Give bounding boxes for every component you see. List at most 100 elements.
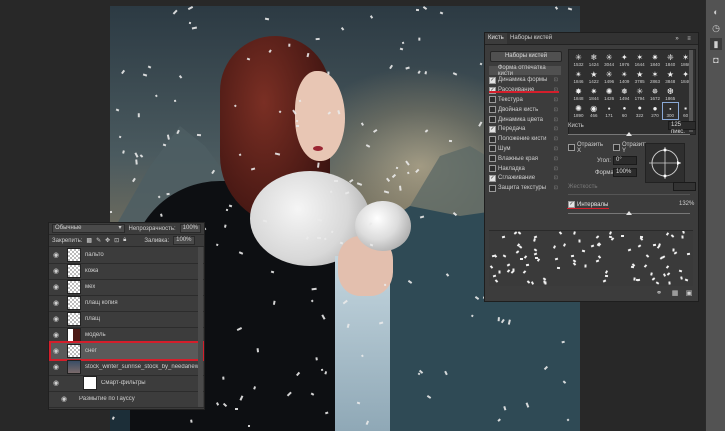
grid-icon[interactable]: ▦ xyxy=(669,287,681,299)
brush-preset-cell[interactable]: ✴ 1846 xyxy=(571,69,586,85)
lock-icon[interactable]: ⊡ xyxy=(554,166,558,172)
layer-thumbnail[interactable] xyxy=(67,328,81,342)
brush-preset-cell[interactable]: ✵ 1672 xyxy=(648,86,663,102)
flip-y-checkbox[interactable] xyxy=(613,144,620,151)
clone-source-icon[interactable]: ◘ xyxy=(710,54,722,66)
layer-name[interactable]: модель xyxy=(85,332,106,338)
brush-preset-cell[interactable]: ❆ 1865 xyxy=(663,86,678,102)
brush-preset-cell[interactable]: ❅ 1494 xyxy=(617,86,632,102)
brush-preset-cell[interactable]: ● 171 xyxy=(602,103,617,119)
lock-icon[interactable]: ⊡ xyxy=(554,136,558,142)
brush-option-checkbox[interactable] xyxy=(489,145,496,153)
fill-input[interactable]: 100% xyxy=(173,236,195,245)
layer-name[interactable]: кожа xyxy=(85,268,98,274)
eye-icon[interactable]: ◉ xyxy=(49,395,79,403)
brush-option-6[interactable]: ✓ Передача ⊡ xyxy=(489,125,561,134)
layer-thumbnail[interactable] xyxy=(67,280,81,294)
brush-angle-widget[interactable] xyxy=(645,143,685,183)
new-brush-icon[interactable]: ▣ xyxy=(683,287,695,299)
lock-transparent-icon[interactable]: ▩ xyxy=(86,237,92,244)
size-input[interactable]: 125 пикс. xyxy=(668,121,696,135)
flip-x-checkbox[interactable] xyxy=(568,144,575,151)
brush-preset-cell[interactable]: ● 300 xyxy=(661,102,679,120)
layer-name[interactable]: мех xyxy=(85,284,95,290)
brush-preset-cell[interactable]: ★ 1422 xyxy=(586,69,601,85)
layer-row[interactable]: ◉ мех xyxy=(49,279,204,296)
brush-option-11[interactable]: ✓ Сглаживание ⊡ xyxy=(489,174,561,183)
layer-row[interactable]: ◉ Смарт-фильтры xyxy=(49,375,204,392)
blend-mode-select[interactable]: Обычные ▾ xyxy=(52,224,125,233)
eye-icon[interactable]: ◉ xyxy=(49,267,63,275)
eye-icon[interactable]: ◉ xyxy=(49,379,63,387)
layer-name[interactable]: Смарт-фильтры xyxy=(101,380,146,386)
brush-option-checkbox[interactable] xyxy=(489,116,496,123)
brush-preset-cell[interactable]: ✦ 1976 xyxy=(617,52,632,68)
brush-option-checkbox[interactable]: ✓ xyxy=(489,174,496,182)
brush-option-12[interactable]: Защита текстуры ⊡ xyxy=(489,184,561,193)
brush-option-7[interactable]: Положение кисти ⊡ xyxy=(489,135,561,144)
brush-presets-button[interactable]: Наборы кистей xyxy=(490,51,562,62)
brush-preset-cell[interactable]: ✺ 1890 xyxy=(571,103,586,119)
brush-preset-cell[interactable]: ✸ 1848 xyxy=(571,86,586,102)
layer-name[interactable]: плащ xyxy=(85,316,100,322)
brush-preset-cell[interactable]: ✺ 1426 xyxy=(602,86,617,102)
layer-thumbnail[interactable] xyxy=(67,312,81,326)
brush-preset-cell[interactable]: ✶ 1644 xyxy=(632,52,647,68)
panel-menu-icon[interactable]: ≡ xyxy=(683,33,695,44)
layer-thumbnail[interactable] xyxy=(67,360,81,374)
lock-icon[interactable]: ⊡ xyxy=(554,107,558,113)
eye-icon[interactable]: ◉ xyxy=(49,299,63,307)
brush-preset-cell[interactable]: ❈ 1840 xyxy=(663,52,678,68)
lock-icon[interactable]: ⊡ xyxy=(554,175,558,181)
brush-preset-cell[interactable]: ✳ 1496 xyxy=(602,69,617,85)
lock-icon[interactable]: ⊡ xyxy=(554,185,558,191)
layer-name[interactable]: плащ копия xyxy=(85,300,118,306)
eye-icon[interactable]: ◉ xyxy=(49,363,63,371)
brush-option-checkbox[interactable] xyxy=(489,96,496,104)
tab-brush-presets[interactable]: Наборы кистей xyxy=(507,33,555,44)
eye-icon[interactable]: ◉ xyxy=(49,315,63,323)
lock-move-icon[interactable]: ✥ xyxy=(105,237,110,244)
lock-icon[interactable]: ⊡ xyxy=(554,146,558,152)
brush-option-checkbox[interactable] xyxy=(489,135,496,143)
brush-option-4[interactable]: Двойная кисть ⊡ xyxy=(489,105,561,114)
palette-icon[interactable]: ◐ xyxy=(710,6,722,18)
angle-input[interactable]: 0° xyxy=(613,156,637,165)
brush-option-checkbox[interactable] xyxy=(489,184,496,192)
roundness-input[interactable]: 100% xyxy=(613,168,637,177)
brush-preset-cell[interactable]: ✳ 1794 xyxy=(632,86,647,102)
tab-brush[interactable]: Кисть xyxy=(485,33,507,44)
brush-panel-icon[interactable]: ▮ xyxy=(710,38,722,50)
lock-artboard-icon[interactable]: ⊡ xyxy=(114,237,119,244)
layer-thumbnail[interactable] xyxy=(67,296,81,310)
layers-scrollbar[interactable] xyxy=(198,247,203,407)
brush-option-8[interactable]: Шум ⊡ xyxy=(489,144,561,153)
brush-preset-cell[interactable]: ✴ 1409 xyxy=(617,69,632,85)
brush-preset-cell[interactable]: ✳ 3044 xyxy=(602,52,617,68)
brush-option-5[interactable]: Динамика цвета ⊡ xyxy=(489,115,561,124)
lock-icon[interactable]: ⊡ xyxy=(554,156,558,162)
layer-name[interactable]: Размытие по Гауссу xyxy=(79,396,135,402)
brush-option-9[interactable]: Влажные края ⊡ xyxy=(489,154,561,163)
brush-preset-cell[interactable]: ● 60 xyxy=(617,103,632,119)
layer-thumbnail[interactable] xyxy=(67,248,81,262)
flip-x-option[interactable]: Отразить X xyxy=(568,142,606,154)
lock-icon[interactable]: ⊡ xyxy=(554,117,558,123)
brush-preset-cell[interactable]: ★ 3785 xyxy=(632,69,647,85)
spacing-value[interactable]: 132% xyxy=(679,201,694,207)
brush-option-0[interactable]: Форма отпечатка кисти xyxy=(489,65,561,77)
layer-row[interactable]: ◉ пальто xyxy=(49,247,204,264)
eye-icon[interactable]: ◉ xyxy=(49,331,63,339)
lock-all-icon[interactable]: 🔒︎ xyxy=(123,237,126,244)
layer-row[interactable]: ◉ stock_winter_sunrise_stock_by_needanewn… xyxy=(49,359,204,376)
layer-thumbnail[interactable] xyxy=(83,376,97,390)
brush-option-checkbox[interactable] xyxy=(489,106,496,114)
layer-row[interactable]: ◉ плащ xyxy=(49,311,204,328)
eye-icon[interactable]: ◉ xyxy=(49,283,63,291)
brush-preset-cell[interactable]: ✶ 2863 xyxy=(648,69,663,85)
layer-row[interactable]: ◉ кожа xyxy=(49,263,204,280)
layer-name[interactable]: stock_winter_sunrise_stock_by_needanewna… xyxy=(85,364,203,370)
layer-name[interactable]: пальто xyxy=(85,252,104,258)
brush-option-checkbox[interactable] xyxy=(489,155,496,163)
opacity-input[interactable]: 100% xyxy=(179,224,201,233)
